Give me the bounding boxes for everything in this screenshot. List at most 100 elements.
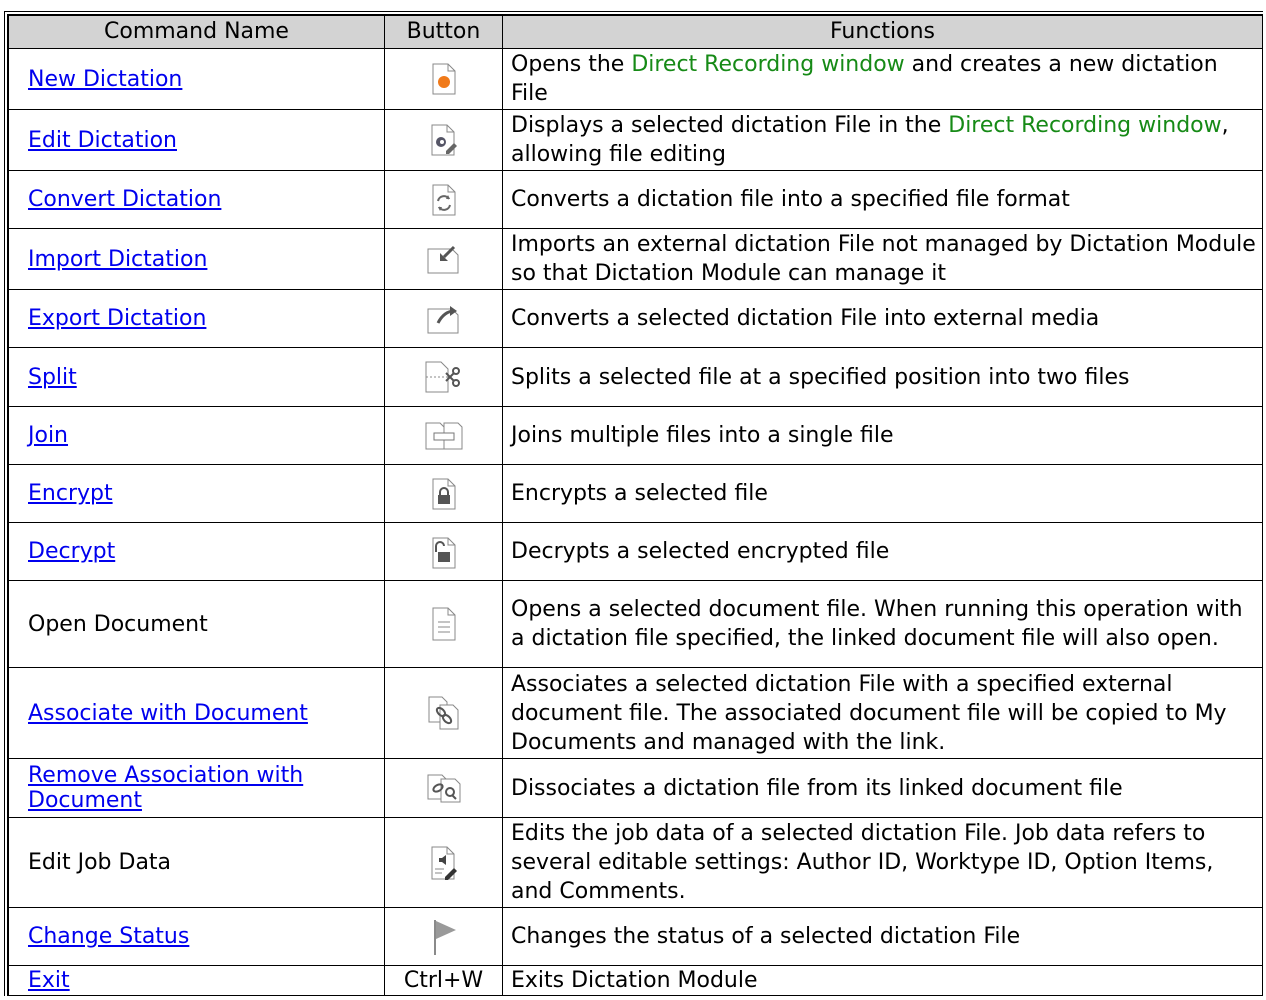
table-row-edit-job-data: Edit Job Data Edits the job data of a sel… <box>8 817 1263 908</box>
split-icon <box>385 361 502 393</box>
function-description: Dissociates a dictation file from its li… <box>502 758 1263 818</box>
button-cell <box>384 228 503 290</box>
button-cell <box>384 406 503 465</box>
function-description: Imports an external dictation File not m… <box>502 228 1263 290</box>
command-name-cell: Convert Dictation <box>8 170 385 229</box>
remove-association-icon <box>385 773 502 803</box>
new-dictation-icon <box>385 63 502 95</box>
command-link-convert-dictation[interactable]: Convert Dictation <box>28 187 221 212</box>
open-document-icon <box>385 607 502 641</box>
command-rows: New Dictation Opens the Direct Recording … <box>8 48 1263 996</box>
table-row-associate-with-document: Associate with Document Associates a sele… <box>8 667 1263 759</box>
button-cell <box>384 109 503 171</box>
command-name-cell: Decrypt <box>8 522 385 581</box>
table-row-change-status: Change Status Changes the status of a sel… <box>8 907 1263 966</box>
description-text: Converts a selected dictation File into … <box>511 306 1100 331</box>
command-label-edit-job-data: Edit Job Data <box>28 850 172 875</box>
function-description: Edits the job data of a selected dictati… <box>502 817 1263 908</box>
description-text: Displays a selected dictation File in th… <box>511 113 949 138</box>
function-description: Splits a selected file at a specified po… <box>502 347 1263 407</box>
function-description: Encrypts a selected file <box>502 464 1263 523</box>
command-link-split[interactable]: Split <box>28 365 77 390</box>
function-description: Joins multiple files into a single file <box>502 406 1263 465</box>
command-link-encrypt[interactable]: Encrypt <box>28 481 113 506</box>
description-text: Edits the job data of a selected dictati… <box>511 821 1214 904</box>
command-link-import-dictation[interactable]: Import Dictation <box>28 247 207 272</box>
command-link-decrypt[interactable]: Decrypt <box>28 539 115 564</box>
command-name-cell: Edit Dictation <box>8 109 385 171</box>
description-text: Exits Dictation Module <box>511 968 758 993</box>
description-text: Joins multiple files into a single file <box>511 423 894 448</box>
function-description: Displays a selected dictation File in th… <box>502 109 1263 171</box>
command-link-change-status[interactable]: Change Status <box>28 924 189 949</box>
command-link-associate-with-document[interactable]: Associate with Document <box>28 701 308 726</box>
window-reference: Direct Recording window <box>948 113 1222 138</box>
table-row-edit-dictation: Edit Dictation Displays a selected dictat… <box>8 109 1263 171</box>
button-cell <box>384 347 503 407</box>
button-cell <box>384 667 503 759</box>
table-row-export-dictation: Export Dictation Converts a selected dict… <box>8 289 1263 348</box>
associate-document-icon <box>385 696 502 730</box>
import-dictation-icon <box>385 243 502 275</box>
command-table: Command Name Button Functions New Dictat… <box>8 15 1263 996</box>
command-link-new-dictation[interactable]: New Dictation <box>28 67 182 92</box>
description-text: Changes the status of a selected dictati… <box>511 924 1021 949</box>
button-cell <box>384 522 503 581</box>
encrypt-icon <box>385 478 502 510</box>
command-link-remove-association-with-document[interactable]: Remove Association with Document <box>28 763 303 813</box>
function-description: Opens a selected document file. When run… <box>502 580 1263 668</box>
command-link-edit-dictation[interactable]: Edit Dictation <box>28 128 177 153</box>
description-text: Opens the <box>511 52 632 77</box>
command-name-cell: Edit Job Data <box>8 817 385 908</box>
export-dictation-icon <box>385 303 502 335</box>
command-name-cell: Import Dictation <box>8 228 385 290</box>
description-text: Encrypts a selected file <box>511 481 768 506</box>
window-reference: Direct Recording window <box>631 52 905 77</box>
header-row: Command Name Button Functions <box>8 15 1263 49</box>
table-row-join: Join Joins multiple files into a single f… <box>8 406 1263 465</box>
button-cell <box>384 580 503 668</box>
description-text: Imports an external dictation File not m… <box>511 232 1256 286</box>
button-cell <box>384 817 503 908</box>
command-label-open-document: Open Document <box>28 611 208 637</box>
table-row-remove-association-with-document: Remove Association with Document Dissocia… <box>8 758 1263 818</box>
table-row-split: Split Splits a selected file at a specifi… <box>8 347 1263 407</box>
command-name-cell: Exit <box>8 965 385 996</box>
table-row-open-document: Open Document Opens a selected document f… <box>8 580 1263 668</box>
description-text: Converts a dictation file into a specifi… <box>511 187 1070 212</box>
command-name-cell: Encrypt <box>8 464 385 523</box>
button-cell <box>384 170 503 229</box>
command-name-cell: Remove Association with Document <box>8 758 385 818</box>
function-description: Converts a dictation file into a specifi… <box>502 170 1263 229</box>
function-description: Decrypts a selected encrypted file <box>502 522 1263 581</box>
function-description: Exits Dictation Module <box>502 965 1263 996</box>
join-icon <box>385 420 502 452</box>
header-button: Button <box>384 15 503 49</box>
table-row-convert-dictation: Convert Dictation Converts a dictation fi… <box>8 170 1263 229</box>
command-name-cell: Change Status <box>8 907 385 966</box>
button-cell <box>384 289 503 348</box>
table-row-encrypt: Encrypt Encrypts a selected file <box>8 464 1263 523</box>
function-description: Associates a selected dictation File wit… <box>502 667 1263 759</box>
button-cell <box>384 907 503 966</box>
table-row-new-dictation: New Dictation Opens the Direct Recording … <box>8 48 1263 110</box>
command-name-cell: Open Document <box>8 580 385 668</box>
command-link-exit[interactable]: Exit <box>28 968 70 993</box>
edit-dictation-icon <box>385 124 502 156</box>
command-name-cell: Associate with Document <box>8 667 385 759</box>
table-row-decrypt: Decrypt Decrypts a selected encrypted fil… <box>8 522 1263 581</box>
command-name-cell: New Dictation <box>8 48 385 110</box>
command-link-export-dictation[interactable]: Export Dictation <box>28 306 206 331</box>
description-text: Dissociates a dictation file from its li… <box>511 775 1123 801</box>
button-cell <box>384 464 503 523</box>
function-description: Converts a selected dictation File into … <box>502 289 1263 348</box>
command-name-cell: Split <box>8 347 385 407</box>
convert-dictation-icon <box>385 184 502 216</box>
command-table-frame: Command Name Button Functions New Dictat… <box>4 11 1263 996</box>
description-text: Decrypts a selected encrypted file <box>511 539 890 564</box>
shortcut-key: Ctrl+W <box>403 968 484 993</box>
command-link-join[interactable]: Join <box>28 423 68 448</box>
change-status-icon <box>385 918 502 956</box>
button-cell <box>384 758 503 818</box>
description-text: Splits a selected file at a specified po… <box>511 364 1130 390</box>
